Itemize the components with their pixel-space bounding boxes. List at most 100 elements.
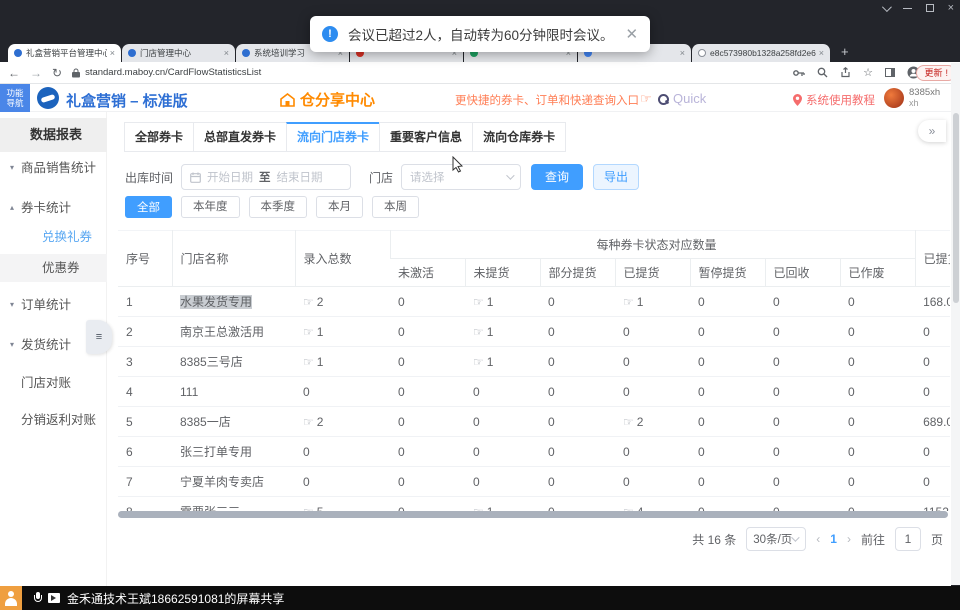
horizontal-scrollbar-thumb[interactable] xyxy=(118,511,948,518)
sidebar-item[interactable]: 门店对账 xyxy=(0,369,107,397)
content-tab[interactable]: 流向门店券卡 xyxy=(286,122,380,152)
notification-close-icon[interactable]: ✕ xyxy=(626,25,639,43)
sidebar-item[interactable]: ▴券卡统计 xyxy=(0,194,107,222)
column-header: 门店名称 xyxy=(172,231,295,287)
tab-close-icon[interactable]: × xyxy=(224,48,229,58)
cell-amount: 0 xyxy=(915,467,950,497)
cell-count: 0 xyxy=(295,437,390,467)
quick-search[interactable]: Quick xyxy=(658,91,706,106)
tab-close-icon[interactable]: × xyxy=(110,48,115,58)
quick-filter-button[interactable]: 全部 xyxy=(125,196,172,218)
vertical-scrollbar-thumb[interactable] xyxy=(953,113,959,303)
cell-count[interactable]: ☞2 xyxy=(615,407,690,437)
cell-count[interactable]: ☞1 xyxy=(465,497,540,512)
cell-store: 8385一店 xyxy=(172,407,295,437)
sidebar-item[interactable]: 兑换礼券 xyxy=(0,223,107,251)
bookmark-star-icon[interactable]: ☆ xyxy=(863,66,873,79)
goto-label: 前往 xyxy=(861,531,885,548)
export-button[interactable]: 导出 xyxy=(593,164,639,190)
share-icon[interactable] xyxy=(840,67,851,78)
cell-amount: 0 xyxy=(915,347,950,377)
next-page-button[interactable]: › xyxy=(847,532,851,546)
table-row: 58385一店☞2000☞2000689.0 xyxy=(118,407,950,437)
app-header: 功能 导航 礼盒营销 – 标准版 仓分享中心 更快捷的券卡、订单和快递查询入口 … xyxy=(0,84,960,112)
goto-page-input[interactable]: 1 xyxy=(895,527,921,551)
tab-close-icon[interactable]: × xyxy=(680,48,685,58)
horizontal-scrollbar[interactable] xyxy=(118,511,948,518)
cell-count[interactable]: ☞1 xyxy=(465,287,540,317)
zoom-icon[interactable] xyxy=(817,67,828,78)
tab-close-icon[interactable]: × xyxy=(819,48,824,58)
current-page[interactable]: 1 xyxy=(830,532,837,546)
cell-count: 0 xyxy=(765,407,840,437)
date-to-label: 至 xyxy=(259,169,271,185)
user-avatar[interactable] xyxy=(884,88,904,108)
page-size-select[interactable]: 30条/页 xyxy=(746,527,806,551)
statistics-table-wrap: 序号门店名称录入总数每种券卡状态对应数量已提货金额未激活未提货部分提货已提货暂停… xyxy=(118,230,950,511)
quick-filter-button[interactable]: 本月 xyxy=(316,196,363,218)
tutorial-link[interactable]: 系统使用教程 xyxy=(793,92,875,108)
expand-arrow-icon: ▾ xyxy=(10,331,14,359)
cell-count[interactable]: ☞2 xyxy=(295,407,390,437)
reload-icon[interactable]: ↻ xyxy=(52,66,62,80)
tab-search-icon[interactable] xyxy=(882,2,892,12)
address-bar[interactable]: standard.maboy.cn/CardFlowStatisticsList xyxy=(72,67,261,78)
key-icon[interactable] xyxy=(793,68,805,78)
sidebar-item-label: 门店对账 xyxy=(21,369,71,397)
quick-filter-button[interactable]: 本季度 xyxy=(249,196,308,218)
cell-count: 0 xyxy=(690,347,765,377)
quick-filter-button[interactable]: 本周 xyxy=(372,196,419,218)
browser-tab[interactable]: 礼盒营销平台管理中心× xyxy=(8,44,121,62)
tabs-more-button[interactable]: » xyxy=(918,120,946,142)
cell-count[interactable]: ☞1 xyxy=(465,347,540,377)
sidebar-item[interactable]: ▾商品销售统计 xyxy=(0,154,107,182)
cell-count[interactable]: ☞4 xyxy=(615,497,690,512)
content-tab[interactable]: 重要客户信息 xyxy=(379,122,473,152)
cell-count[interactable]: ☞1 xyxy=(465,317,540,347)
cell-count[interactable]: ☞1 xyxy=(295,317,390,347)
forward-icon[interactable]: → xyxy=(30,66,42,80)
content-tab[interactable]: 全部券卡 xyxy=(124,122,194,152)
pointer-icon: ☞ xyxy=(473,355,484,369)
sidebar-item[interactable]: 分销返利对账 xyxy=(0,406,107,434)
cell-count[interactable]: ☞1 xyxy=(615,287,690,317)
browser-tab[interactable]: e8c573980b1328a258fd2e6× xyxy=(692,44,830,62)
side-panel-icon[interactable] xyxy=(885,68,895,77)
new-tab-button[interactable]: + xyxy=(841,44,849,59)
cell-count: 0 xyxy=(765,467,840,497)
cell-count: 0 xyxy=(540,407,615,437)
cell-count: 0 xyxy=(540,377,615,407)
prev-page-button[interactable]: ‹ xyxy=(816,532,820,546)
content-tab[interactable]: 流向仓库券卡 xyxy=(472,122,566,152)
share-center-link[interactable]: 仓分享中心 xyxy=(280,89,375,110)
cell-count: 0 xyxy=(390,467,465,497)
store-name: 宁夏羊肉专卖店 xyxy=(180,475,264,489)
cell-count: 0 xyxy=(690,467,765,497)
back-icon[interactable]: ← xyxy=(8,66,20,80)
maximize-icon[interactable] xyxy=(926,4,934,12)
quick-filter-button[interactable]: 本年度 xyxy=(181,196,240,218)
cell-count: 0 xyxy=(390,497,465,512)
pointer-icon: ☞ xyxy=(623,295,634,309)
mouse-cursor xyxy=(452,156,464,178)
cell-count: 0 xyxy=(690,287,765,317)
minimize-icon[interactable] xyxy=(903,8,912,9)
cell-count[interactable]: ☞2 xyxy=(295,287,390,317)
start-date-placeholder: 开始日期 xyxy=(207,169,253,185)
sidebar-collapse-handle[interactable]: ≡ xyxy=(86,320,112,354)
cell-count: 0 xyxy=(540,467,615,497)
expand-arrow-icon: ▾ xyxy=(10,154,14,182)
vertical-scrollbar[interactable] xyxy=(951,63,960,585)
function-nav-button[interactable]: 功能 导航 xyxy=(0,84,30,112)
sidebar-item[interactable]: ▾订单统计 xyxy=(0,291,107,319)
content-tab[interactable]: 总部直发券卡 xyxy=(193,122,287,152)
close-window-icon[interactable]: × xyxy=(948,4,954,12)
cell-count[interactable]: ☞1 xyxy=(295,347,390,377)
cell-amount: 168.0 xyxy=(915,287,950,317)
cell-count[interactable]: ☞5 xyxy=(295,497,390,512)
search-button[interactable]: 查询 xyxy=(531,164,583,190)
browser-tab[interactable]: 门店管理中心× xyxy=(122,44,235,62)
date-range-input[interactable]: 开始日期 至 结束日期 xyxy=(181,164,351,190)
sidebar-item[interactable]: 优惠券 xyxy=(0,254,107,282)
cell-count: 0 xyxy=(765,317,840,347)
